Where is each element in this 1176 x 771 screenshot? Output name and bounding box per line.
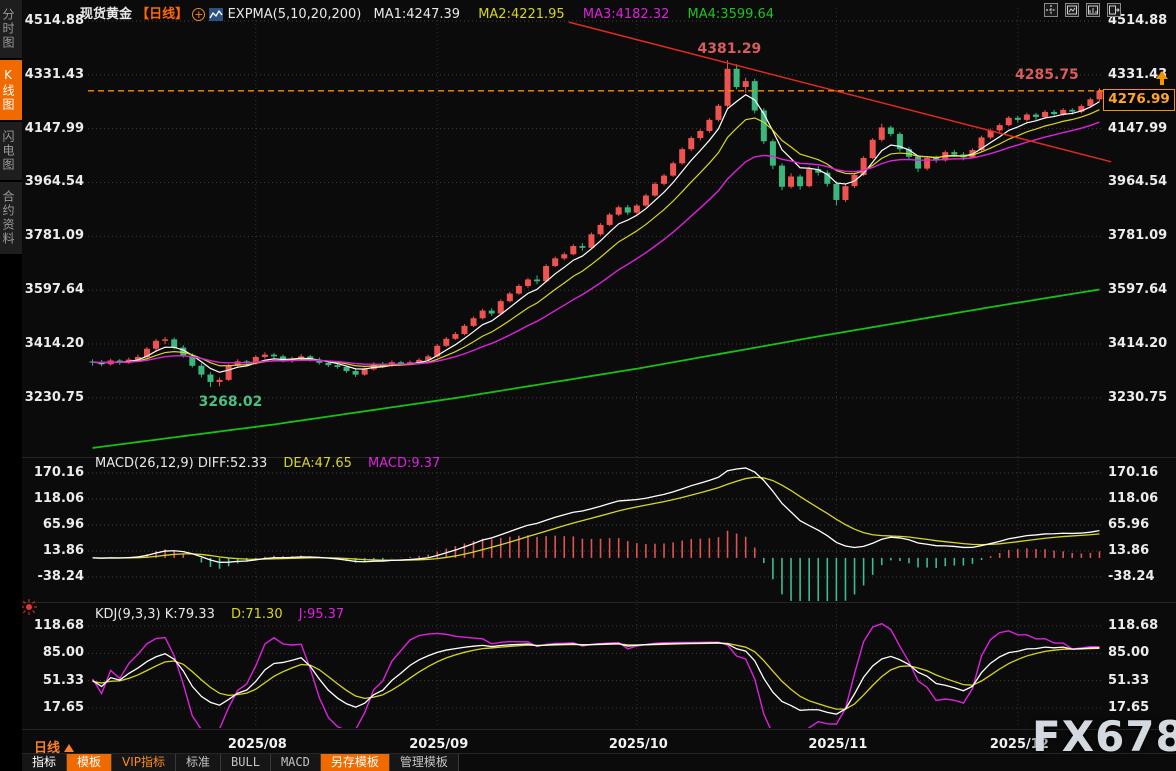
chart-application: 分时图 K线图 闪电图 合约资料 现货黄金 【日线】 + EXPMA(5,10,…: [0, 0, 1176, 771]
price-axis-label-right: 3230.75: [1108, 390, 1167, 405]
left-sidebar: 分时图 K线图 闪电图 合约资料: [0, 0, 22, 771]
macd-axis-label-right: 13.86: [1108, 543, 1149, 558]
ma4-value: MA4:3599.64: [688, 7, 775, 22]
period-tag[interactable]: 【日线】: [136, 7, 188, 22]
macd-axis-label-left: 118.06: [22, 491, 84, 506]
price-axis-label-right: 3597.64: [1108, 282, 1167, 297]
macd-dea-value: DEA:47.65: [283, 456, 352, 471]
kdj-j-value: J:95.37: [299, 607, 344, 622]
high-price-annotation: 4381.29: [698, 41, 762, 57]
price-axis-label-left: 3964.54: [22, 174, 84, 189]
kdj-axis-label-left: 85.00: [22, 645, 84, 660]
macd-axis-label-left: 13.86: [22, 543, 84, 558]
macd-title: MACD(26,12,9) DIFF:52.33: [95, 456, 267, 471]
sidebar-tab-flash[interactable]: 闪电图: [0, 122, 22, 180]
symbol-name: 现货黄金: [80, 7, 132, 22]
period-dropdown-icon: [64, 744, 74, 752]
macd-axis-label-right: 170.16: [1108, 465, 1158, 480]
low-price-annotation: 3268.02: [199, 394, 263, 410]
toolbar-templates-button[interactable]: 模板: [67, 754, 112, 771]
kdj-axis-label-left: 51.33: [22, 673, 84, 688]
price-axis-label-left: 3414.20: [22, 336, 84, 351]
chart-header: 现货黄金 【日线】 + EXPMA(5,10,20,200) MA1:4247.…: [80, 3, 774, 22]
kdj-axis-label-right: 51.33: [1108, 673, 1149, 688]
sidebar-tab-timeline[interactable]: 分时图: [0, 0, 22, 58]
toolbar-vip-indicators-button[interactable]: VIP指标: [112, 754, 176, 771]
date-axis-label: 2025/09: [409, 737, 468, 752]
macd-axis-label-left: -38.24: [22, 569, 84, 584]
kdj-axis-label-left: 118.68: [22, 618, 84, 633]
indicator-pane-icon[interactable]: [1086, 3, 1100, 17]
kdj-panel-header: KDJ(9,3,3) K:79.33 D:71.30 J:95.37: [95, 607, 344, 622]
overlay-chart-icon[interactable]: [209, 8, 223, 21]
price-axis-label-left: 3597.64: [22, 282, 84, 297]
kdj-axis-label-right: 85.00: [1108, 645, 1149, 660]
toolbar-save-template-button[interactable]: 另存模板: [321, 754, 390, 771]
price-axis-label-right: 3414.20: [1108, 336, 1167, 351]
date-axis-label: 2025/10: [609, 737, 668, 752]
toolbar-indicators-button[interactable]: 指标: [22, 754, 67, 771]
macd-panel-header: MACD(26,12,9) DIFF:52.33 DEA:47.65 MACD:…: [95, 456, 440, 471]
date-axis-label: 2025/11: [808, 737, 867, 752]
toolbar-bull-button[interactable]: BULL: [221, 754, 271, 771]
price-axis-label-right: 3964.54: [1108, 174, 1167, 189]
macd-axis-label-right: -38.24: [1108, 569, 1155, 584]
high-price-annotation: 4285.75: [1015, 67, 1079, 83]
bottom-toolbar: 指标 模板 VIP指标 标准 BULL MACD 另存模板 管理模板: [22, 754, 459, 771]
toolbar-macd-button[interactable]: MACD: [271, 754, 321, 771]
ma2-value: MA2:4221.95: [478, 7, 565, 22]
price-axis-label-left: 4514.88: [22, 13, 84, 28]
date-axis-label: 2025/08: [228, 737, 287, 752]
add-pane-icon[interactable]: [1065, 3, 1079, 17]
chart-canvas[interactable]: [0, 0, 1176, 771]
chart-tool-group: [1042, 3, 1121, 22]
price-axis-label-right: 4147.99: [1108, 121, 1167, 136]
kdj-axis-label-left: 17.65: [22, 700, 84, 715]
price-axis-label-left: 3781.09: [22, 228, 84, 243]
panel-divider: [22, 602, 1176, 603]
price-axis-label-left: 3230.75: [22, 390, 84, 405]
macd-axis-label-right: 118.06: [1108, 491, 1158, 506]
crosshair-icon[interactable]: [1044, 3, 1058, 17]
toolbar-standard-button[interactable]: 标准: [176, 754, 221, 771]
macd-macd-value: MACD:9.37: [368, 456, 440, 471]
ma1-value: MA1:4247.39: [374, 7, 461, 22]
price-axis-label-left: 4331.43: [22, 67, 84, 82]
price-axis-label-right: 3781.09: [1108, 228, 1167, 243]
expand-pane-icon[interactable]: [1107, 3, 1121, 17]
ma3-value: MA3:4182.32: [583, 7, 670, 22]
sidebar-tab-kline[interactable]: K线图: [0, 60, 22, 120]
macd-axis-label-right: 65.96: [1108, 517, 1149, 532]
overlay-indicator-label: EXPMA(5,10,20,200): [228, 7, 362, 22]
latest-bar-marker-icon[interactable]: [1155, 71, 1169, 87]
panel-divider: [22, 729, 1176, 730]
kdj-d-value: D:71.30: [231, 607, 283, 622]
macd-axis-label-left: 170.16: [22, 465, 84, 480]
add-overlay-icon[interactable]: +: [192, 8, 205, 21]
live-flash-icon[interactable]: [20, 598, 38, 620]
kdj-axis-label-right: 118.68: [1108, 618, 1158, 633]
toolbar-manage-templates-button[interactable]: 管理模板: [390, 754, 459, 771]
last-price-box[interactable]: 4276.99: [1103, 89, 1175, 111]
kdj-title: KDJ(9,3,3) K:79.33: [95, 607, 215, 622]
macd-axis-label-left: 65.96: [22, 517, 84, 532]
sidebar-tab-contract-info[interactable]: 合约资料: [0, 182, 22, 254]
fx678-watermark: FX678: [1032, 712, 1176, 761]
price-axis-label-left: 4147.99: [22, 121, 84, 136]
